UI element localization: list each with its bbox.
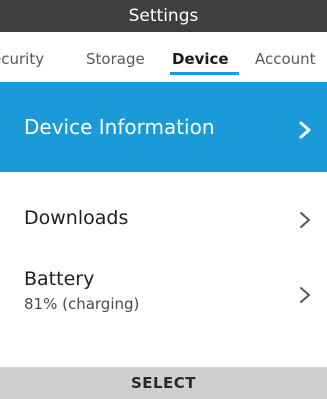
list-item-label: Device Information — [24, 115, 215, 139]
chevron-right-icon — [297, 120, 313, 140]
softkey-select[interactable]: SELECT — [0, 367, 327, 399]
title-bar: Settings — [0, 0, 327, 32]
list-item-label: Downloads — [24, 207, 129, 229]
list-item-downloads[interactable]: Downloads — [0, 172, 327, 258]
softkey-center-label: SELECT — [130, 374, 197, 392]
tab-bar: ecurity Storage Device Account — [0, 32, 327, 82]
tab-account[interactable]: Account — [255, 50, 316, 68]
settings-screen: Settings ecurity Storage Device Account … — [0, 0, 327, 399]
chevron-right-icon — [297, 285, 313, 305]
chevron-right-icon — [297, 210, 313, 230]
settings-list: Device Information Downloads Battery 81%… — [0, 82, 327, 348]
tab-security[interactable]: ecurity — [0, 50, 44, 68]
tab-storage[interactable]: Storage — [86, 50, 145, 68]
list-item-battery[interactable]: Battery 81% (charging) — [0, 258, 327, 348]
list-item-device-information[interactable]: Device Information — [0, 82, 327, 172]
battery-status: 81% (charging) — [24, 295, 140, 313]
active-tab-indicator — [170, 72, 239, 75]
tab-device[interactable]: Device — [172, 50, 229, 68]
page-title: Settings — [128, 6, 199, 26]
list-item-label: Battery — [24, 268, 95, 290]
